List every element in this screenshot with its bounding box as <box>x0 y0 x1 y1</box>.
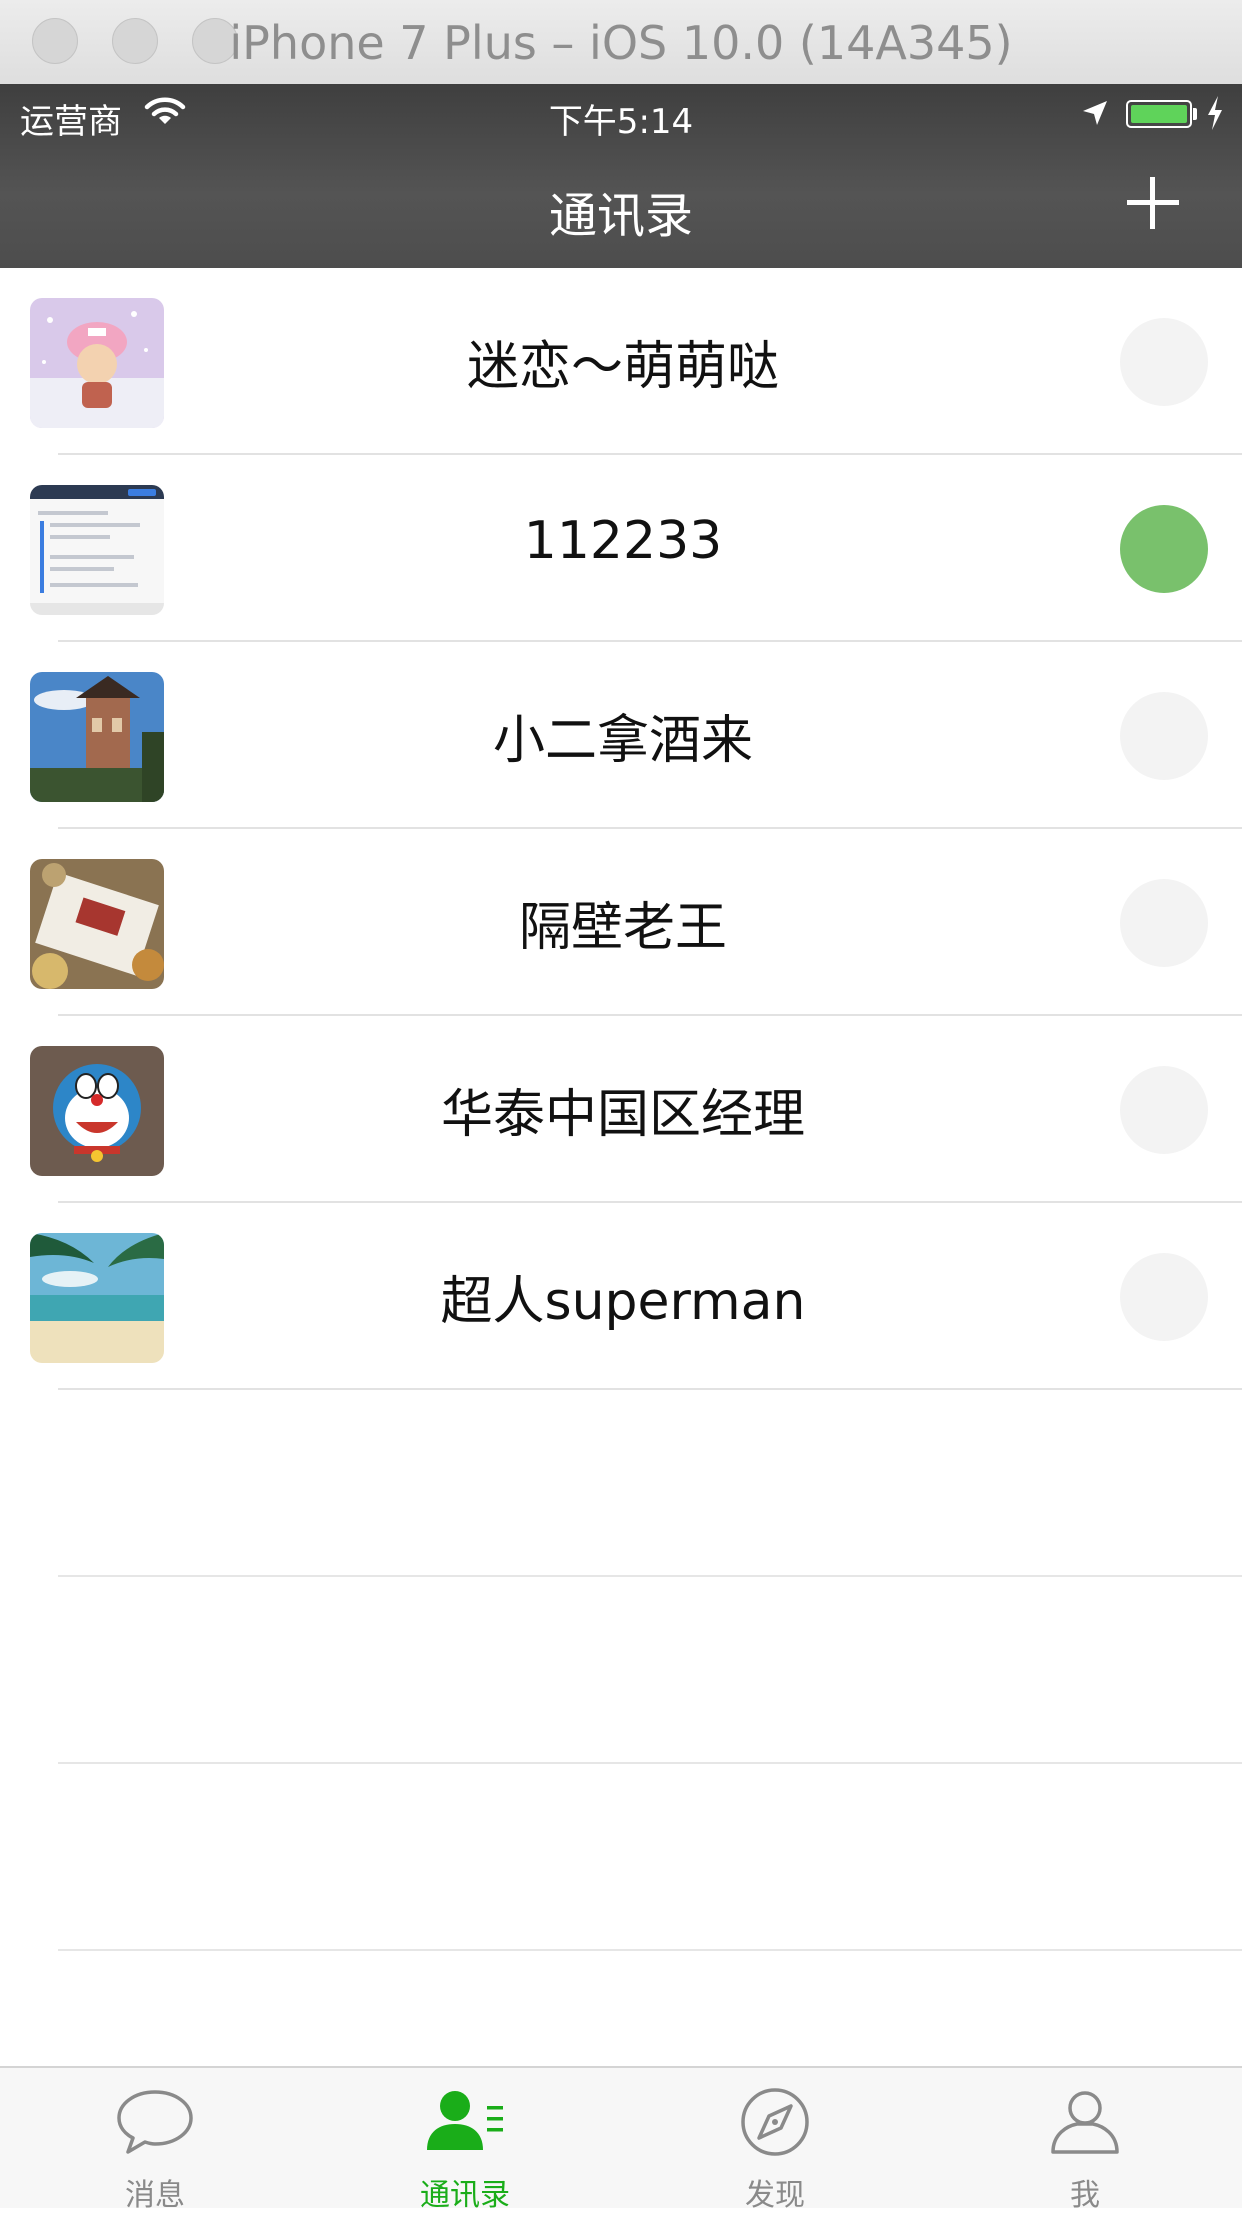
avatar-beach-image <box>30 1233 164 1363</box>
contact-row[interactable]: 华泰中国区经理 <box>0 1016 1242 1203</box>
person-icon <box>1051 2091 1119 2154</box>
battery-level <box>1131 105 1187 123</box>
avatar-doraemon-image <box>30 1046 164 1176</box>
empty-list-row <box>0 1764 1242 1951</box>
contact-name: 隔壁老王 <box>518 898 727 958</box>
empty-list-row <box>0 1390 1242 1577</box>
status-indicator <box>1120 692 1208 780</box>
battery-tip <box>1193 108 1197 120</box>
tab-me[interactable]: 我 <box>930 2068 1240 2213</box>
avatar-food-image <box>30 859 164 989</box>
contact-row[interactable]: 迷恋～萌萌哒 <box>0 268 1242 455</box>
contact-row[interactable]: 隔壁老王 <box>0 829 1242 1016</box>
empty-list-row <box>0 1577 1242 1764</box>
contacts-icon <box>427 2091 503 2150</box>
contact-name: 小二拿酒来 <box>492 711 753 771</box>
add-contact-button[interactable] <box>1124 174 1182 232</box>
charging-bolt-icon <box>1208 96 1222 130</box>
contact-row[interactable]: 小二拿酒来 <box>0 642 1242 829</box>
contact-avatar <box>30 1046 164 1176</box>
page-title: 通讯录 <box>548 188 693 244</box>
status-bar: 运营商 下午5:14 <box>0 84 1242 142</box>
status-indicator <box>1120 318 1208 406</box>
contact-row[interactable]: 超人superman <box>0 1203 1242 1390</box>
location-arrow-icon <box>1083 101 1107 125</box>
tab-discover[interactable]: 发现 <box>620 2068 930 2213</box>
compass-icon <box>741 2088 809 2156</box>
avatar-screenshot-image <box>30 485 164 615</box>
contact-avatar <box>30 485 164 615</box>
navigation-bar: 运营商 下午5:14 通讯录 <box>0 84 1242 268</box>
tab-messages[interactable]: 消息 <box>0 2068 310 2213</box>
status-indicator <box>1120 879 1208 967</box>
simulator-titlebar: iPhone 7 Plus – iOS 10.0 (14A345) <box>0 0 1242 85</box>
chat-bubble-icon <box>117 2090 193 2154</box>
status-indicator-online <box>1120 505 1208 593</box>
contact-name: 超人superman <box>440 1272 806 1332</box>
contact-avatar <box>30 1233 164 1363</box>
status-indicator <box>1120 1066 1208 1154</box>
tab-label: 我 <box>1070 2178 1100 2213</box>
window-title: iPhone 7 Plus – iOS 10.0 (14A345) <box>229 16 1013 70</box>
contact-avatar <box>30 859 164 989</box>
tab-bar: 消息 通讯录 发现 我 <box>0 2066 1242 2213</box>
battery-icon <box>1126 100 1192 128</box>
tab-contacts[interactable]: 通讯录 <box>310 2068 620 2213</box>
contact-avatar <box>30 298 164 428</box>
contact-name: 112233 <box>523 511 723 571</box>
avatar-chopper-image <box>30 298 164 428</box>
tab-label: 通讯录 <box>420 2178 510 2213</box>
status-time: 下午5:14 <box>548 102 694 142</box>
contact-avatar <box>30 672 164 802</box>
avatar-tower-image <box>30 672 164 802</box>
contact-name: 华泰中国区经理 <box>440 1085 805 1145</box>
status-indicator <box>1120 1253 1208 1341</box>
tab-label: 消息 <box>125 2178 185 2213</box>
contact-row[interactable]: 112233 <box>0 455 1242 642</box>
tab-label: 发现 <box>745 2178 805 2213</box>
contact-list: 迷恋～萌萌哒 112233 小二拿酒来 隔壁老王 华泰中国区经理 超人super… <box>0 268 1242 1951</box>
contact-name: 迷恋～萌萌哒 <box>466 337 779 397</box>
